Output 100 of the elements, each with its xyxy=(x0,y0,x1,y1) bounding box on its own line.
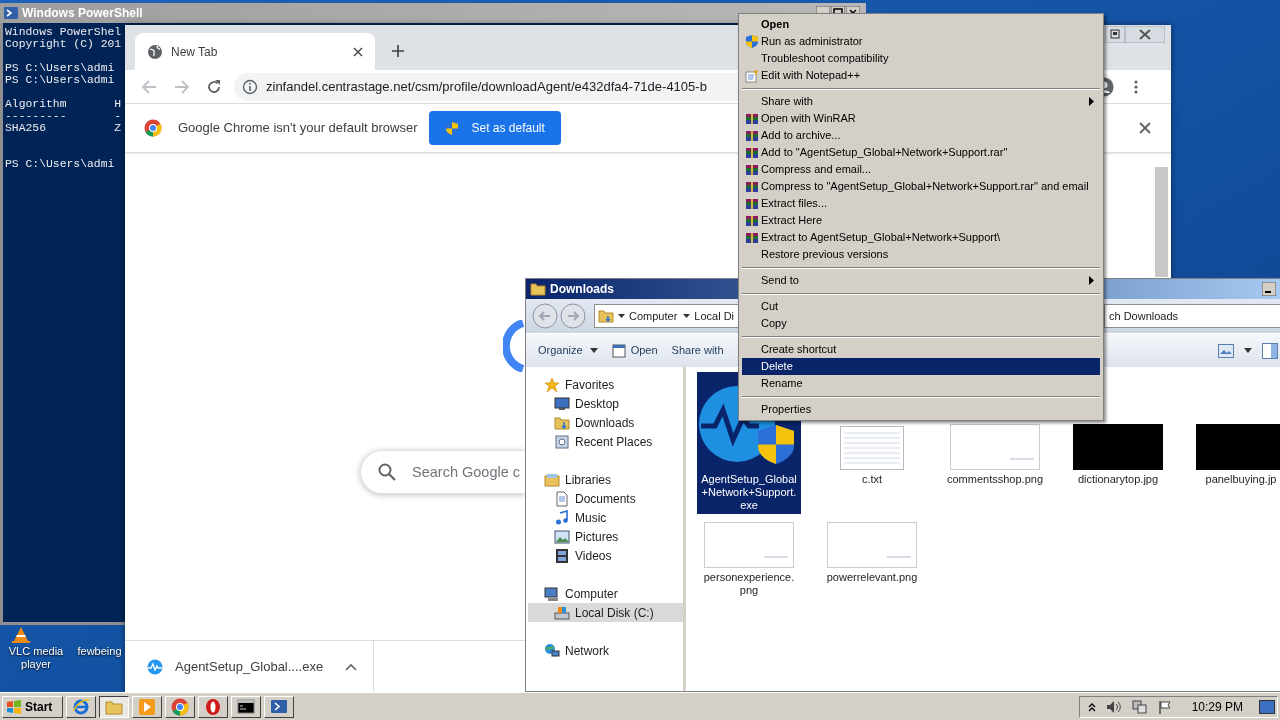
submenu-arrow-icon xyxy=(1089,97,1094,106)
preview-pane-icon[interactable] xyxy=(1262,342,1278,359)
infobar-message: Google Chrome isn't your default browser xyxy=(178,119,418,138)
text-document-icon xyxy=(840,426,904,470)
nav-item[interactable]: Recent Places xyxy=(528,432,683,451)
powershell-icon xyxy=(270,697,288,716)
menu-item[interactable]: Open xyxy=(742,16,1100,33)
menu-item[interactable]: Open with WinRAR xyxy=(742,110,1100,127)
nav-item[interactable]: Documents xyxy=(528,489,683,508)
dropdown-arrow-icon[interactable] xyxy=(618,314,625,318)
nav-item[interactable]: Desktop xyxy=(528,394,683,413)
menu-item[interactable]: Compress to "AgentSetup_Global+Network+Support.rar" and email xyxy=(742,178,1100,195)
globe-icon xyxy=(147,43,163,60)
file-item[interactable]: personexperience.png xyxy=(697,516,801,599)
menu-item[interactable]: Add to archive... xyxy=(742,127,1100,144)
menu-item[interactable]: Extract to AgentSetup_Global+Network+Support\ xyxy=(742,229,1100,246)
notepad-icon xyxy=(744,68,759,83)
shield-icon xyxy=(744,34,759,49)
reload-icon[interactable] xyxy=(206,78,222,95)
dropdown-arrow-icon[interactable] xyxy=(683,314,691,318)
minimize-button[interactable] xyxy=(1262,282,1276,296)
taskbar-button[interactable] xyxy=(99,695,129,718)
start-button[interactable]: Start xyxy=(2,695,63,718)
network-icon[interactable] xyxy=(1131,699,1148,714)
ring-icon xyxy=(204,697,222,716)
toolbar-button[interactable]: Share with xyxy=(667,338,728,363)
breadcrumb[interactable]: Computer xyxy=(629,307,678,325)
nav-item[interactable]: Pictures xyxy=(528,527,683,546)
tab-title: New Tab xyxy=(171,43,219,61)
menu-item[interactable]: Run as administrator xyxy=(742,33,1100,50)
nav-item[interactable]: Videos xyxy=(528,546,683,565)
dropdown-arrow-icon xyxy=(589,348,598,353)
windows-logo-icon xyxy=(6,699,22,714)
console-line: Algorithm H xyxy=(5,98,122,110)
desktop-icon-label[interactable]: VLC media player xyxy=(2,645,70,671)
computer-icon xyxy=(544,585,560,602)
folder-icon xyxy=(554,414,570,431)
desktop-icon-label[interactable]: fewbeing xyxy=(77,645,122,658)
menu-item[interactable]: Cut xyxy=(742,298,1100,315)
folder-icon xyxy=(544,471,560,488)
download-filename: AgentSetup_Global....exe xyxy=(175,657,324,676)
url-text: zinfandel.centrastage.net/csm/profile/downloadAgent/e432dfa4-71de-4105-b xyxy=(266,77,707,96)
info-icon xyxy=(242,78,258,95)
toolbar-button[interactable]: Organize xyxy=(534,338,602,363)
menu-item[interactable]: Extract files... xyxy=(742,195,1100,212)
file-item[interactable]: panelbuying.jp xyxy=(1189,372,1280,488)
caret-icon[interactable] xyxy=(345,662,358,671)
menu-item[interactable]: Extract Here xyxy=(742,212,1100,229)
toolbar-button[interactable]: Open xyxy=(607,338,662,363)
breadcrumb[interactable]: Local Di xyxy=(694,307,735,325)
flag-icon[interactable] xyxy=(1157,699,1172,714)
star-icon xyxy=(544,376,560,393)
folder-icon xyxy=(598,308,614,324)
set-default-button[interactable]: Set as default xyxy=(429,111,561,145)
traffic-cone-icon[interactable] xyxy=(11,627,31,643)
close-icon[interactable] xyxy=(1139,122,1151,134)
chevron-up-icon[interactable] xyxy=(1087,701,1096,712)
menu-item[interactable]: Send to xyxy=(742,272,1100,289)
menu-item[interactable]: Restore previous versions xyxy=(742,246,1100,263)
books-icon xyxy=(744,214,759,227)
close-icon[interactable] xyxy=(353,46,363,57)
menu-item[interactable]: Create shortcut xyxy=(742,341,1100,358)
nav-item[interactable]: Music xyxy=(528,508,683,527)
chrome-logo-icon xyxy=(144,119,162,137)
speaker-icon[interactable] xyxy=(1105,699,1122,714)
browser-tab[interactable]: New Tab xyxy=(135,33,375,70)
nav-item[interactable]: Network xyxy=(528,641,683,660)
books-icon xyxy=(744,180,759,193)
nav-item[interactable]: Favorites xyxy=(528,375,683,394)
console-line: Copyright (C) 201 xyxy=(5,38,122,50)
clock[interactable]: 10:29 PM xyxy=(1191,697,1243,716)
books-icon xyxy=(744,129,759,142)
nav-item[interactable]: Local Disk (C:) xyxy=(528,603,683,622)
file-item[interactable]: powerrelevant.png xyxy=(820,516,924,586)
books-icon xyxy=(744,197,759,210)
nav-item[interactable]: Libraries xyxy=(528,470,683,489)
logo-arc-icon xyxy=(503,320,525,372)
window-title: Windows PowerShell xyxy=(22,5,143,22)
dropdown-arrow-icon[interactable] xyxy=(1244,348,1252,353)
menu-icon[interactable] xyxy=(1134,78,1138,95)
menu-item[interactable]: Troubleshoot compatibility xyxy=(742,50,1100,67)
film-icon xyxy=(554,547,570,564)
menu-item[interactable]: Compress and email... xyxy=(742,161,1100,178)
restore-button[interactable] xyxy=(1105,26,1125,43)
search-field[interactable]: ch Downloads xyxy=(1104,304,1280,328)
nav-item[interactable]: Computer xyxy=(528,584,683,603)
nav-item[interactable]: Downloads xyxy=(528,413,683,432)
monitor-icon xyxy=(554,395,570,412)
scrollbar[interactable] xyxy=(1155,167,1168,277)
show-desktop-icon[interactable] xyxy=(1259,699,1275,714)
menu-item[interactable]: Add to "AgentSetup_Global+Network+Support.rar" xyxy=(742,144,1100,161)
view-icon[interactable] xyxy=(1218,343,1234,358)
new-tab-icon[interactable] xyxy=(391,44,405,58)
console-line: PS C:\Users\admi xyxy=(5,62,115,74)
menu-item[interactable]: Delete xyxy=(742,358,1100,375)
window-icon xyxy=(611,343,626,358)
picture-icon xyxy=(554,528,570,545)
browser-e-icon xyxy=(72,697,90,716)
menu-item[interactable]: Copy xyxy=(742,315,1100,332)
document-icon xyxy=(554,490,570,507)
